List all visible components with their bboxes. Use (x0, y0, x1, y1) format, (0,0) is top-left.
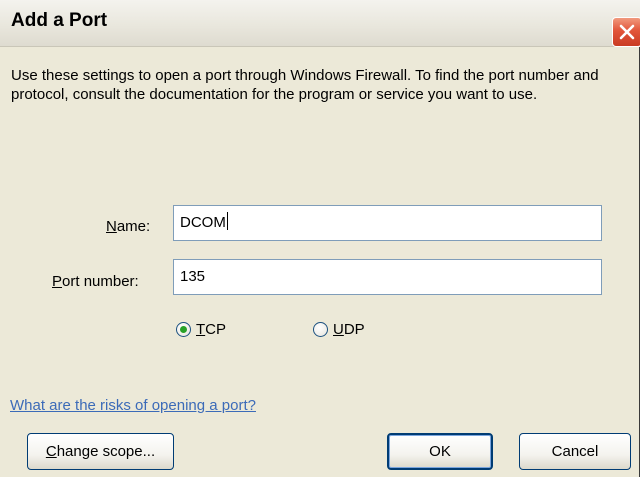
change-scope-button[interactable]: Change scope... (27, 433, 174, 470)
close-icon (619, 24, 635, 40)
description-text: Use these settings to open a port throug… (11, 67, 599, 103)
name-input[interactable]: DCOM (173, 205, 602, 241)
name-label: Name: (106, 218, 151, 235)
port-number-label: Port number: (52, 273, 139, 290)
add-port-dialog: Add a Port Use these settings to open a … (0, 0, 640, 477)
radio-selected-icon (176, 322, 191, 337)
risks-help-link[interactable]: What are the risks of opening a port? (10, 397, 256, 414)
port-number-value: 135 (180, 268, 206, 285)
dialog-title: Add a Port (11, 10, 108, 31)
port-number-input[interactable]: 135 (173, 259, 602, 295)
text-caret (226, 212, 228, 230)
name-value: DCOM (180, 214, 226, 231)
udp-radio[interactable]: U DP (313, 321, 365, 338)
title-bar[interactable]: Add a Port (0, 0, 640, 47)
cancel-button[interactable]: Cancel (519, 433, 631, 470)
close-button[interactable] (612, 17, 640, 47)
ok-button[interactable]: OK (387, 433, 493, 470)
tcp-radio[interactable]: T CP (176, 321, 226, 338)
radio-unselected-icon (313, 322, 328, 337)
